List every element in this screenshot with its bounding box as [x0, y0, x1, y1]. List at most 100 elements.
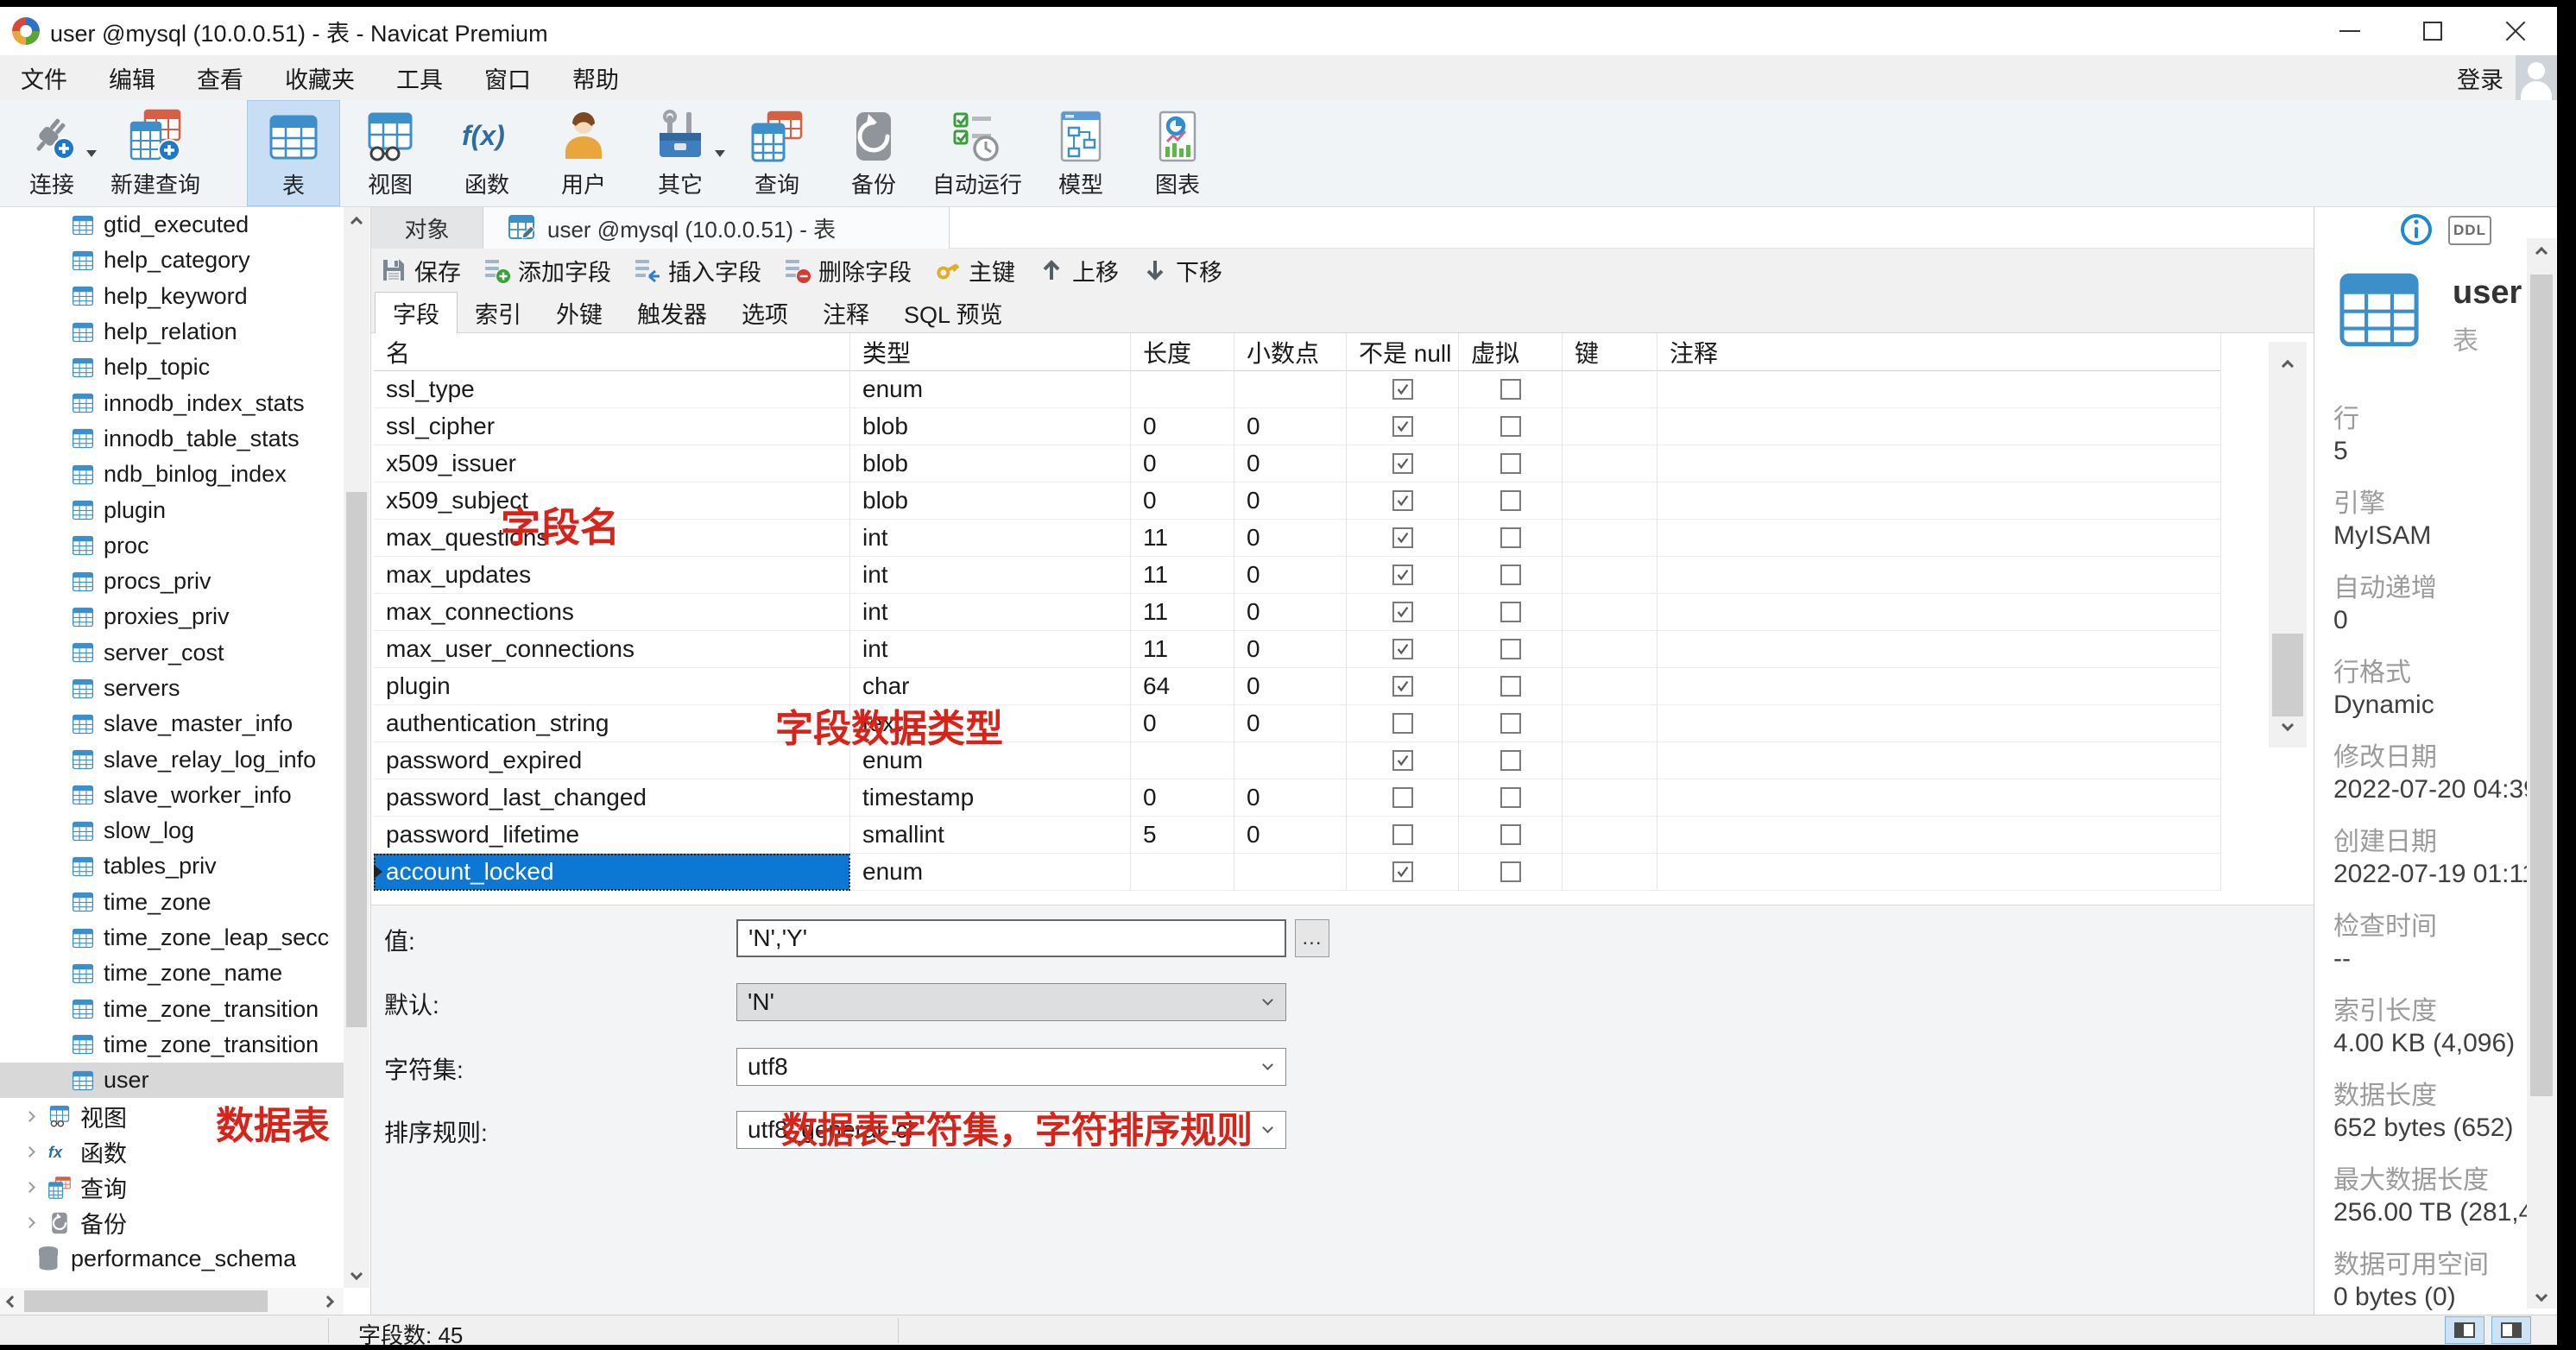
default-select[interactable]: 'N' — [736, 983, 1286, 1021]
grid-cell[interactable] — [1563, 445, 1657, 483]
scroll-up-icon[interactable] — [2527, 242, 2556, 264]
cell-field-name[interactable]: account_locked — [374, 854, 850, 891]
chevron-right-icon[interactable] — [24, 1111, 35, 1122]
sidebar-vertical-scrollbar[interactable] — [344, 207, 369, 1288]
grid-header-cell[interactable]: 注释 — [1657, 333, 2221, 371]
grid-cell[interactable]: 11 — [1131, 631, 1234, 668]
virtual-checkbox[interactable] — [1459, 483, 1563, 520]
sidebar-table-item[interactable]: slave_master_info — [0, 706, 344, 741]
virtual-checkbox[interactable] — [1459, 371, 1563, 408]
grid-cell[interactable] — [1657, 631, 2221, 668]
menu-item[interactable]: 编辑 — [88, 55, 176, 100]
menu-item[interactable]: 帮助 — [552, 55, 640, 100]
designer-button[interactable]: 保存 — [380, 254, 461, 287]
cell-field-name[interactable]: x509_issuer — [374, 445, 850, 483]
grid-cell[interactable]: timestamp — [850, 779, 1131, 817]
sidebar-table-item[interactable]: innodb_table_stats — [0, 421, 344, 457]
virtual-checkbox[interactable] — [1459, 520, 1563, 557]
grid-cell[interactable] — [1563, 371, 1657, 408]
grid-cell[interactable] — [1234, 742, 1347, 779]
designer-subtab[interactable]: 触发器 — [620, 293, 724, 332]
grid-row[interactable]: password_last_changedtimestamp00 — [374, 779, 2221, 817]
close-button[interactable] — [2474, 7, 2557, 55]
virtual-checkbox[interactable] — [1459, 742, 1563, 779]
toolbar-button[interactable]: 其它 — [634, 100, 727, 206]
virtual-checkbox[interactable] — [1459, 779, 1563, 817]
designer-button[interactable]: 删除字段 — [784, 254, 912, 287]
menu-item[interactable]: 查看 — [176, 55, 264, 100]
sidebar-table-item[interactable]: tables_priv — [0, 848, 344, 884]
maximize-button[interactable] — [2391, 7, 2474, 55]
menu-item[interactable]: 文件 — [0, 55, 88, 100]
sidebar-schema-performance[interactable]: performance_schema — [0, 1241, 344, 1277]
grid-cell[interactable]: 11 — [1131, 557, 1234, 594]
sidebar-table-item[interactable]: plugin — [0, 492, 344, 527]
virtual-checkbox[interactable] — [1459, 668, 1563, 705]
grid-cell[interactable]: 0 — [1131, 483, 1234, 520]
not-null-checkbox[interactable] — [1347, 594, 1459, 631]
not-null-checkbox[interactable] — [1347, 408, 1459, 445]
cell-field-name[interactable]: password_lifetime — [374, 817, 850, 854]
not-null-checkbox[interactable] — [1347, 631, 1459, 668]
grid-cell[interactable] — [1657, 371, 2221, 408]
grid-cell[interactable] — [1563, 483, 1657, 520]
toolbar-button[interactable]: 视图 — [344, 100, 437, 206]
scrollbar-thumb[interactable] — [2272, 634, 2303, 716]
grid-header-cell[interactable]: 小数点 — [1234, 333, 1347, 371]
grid-cell[interactable]: 64 — [1131, 668, 1234, 705]
menu-item[interactable]: 窗口 — [464, 55, 552, 100]
grid-cell[interactable]: enum — [850, 854, 1131, 891]
virtual-checkbox[interactable] — [1459, 705, 1563, 742]
grid-header-cell[interactable]: 类型 — [850, 333, 1131, 371]
cell-field-name[interactable]: max_user_connections — [374, 631, 850, 668]
grid-cell[interactable]: 11 — [1131, 520, 1234, 557]
grid-cell[interactable] — [1563, 779, 1657, 817]
toolbar-button[interactable]: 新建查询 — [102, 100, 209, 206]
grid-row[interactable]: max_user_connectionsint110 — [374, 631, 2221, 668]
grid-cell[interactable] — [1563, 594, 1657, 631]
sidebar-table-item[interactable]: innodb_index_stats — [0, 385, 344, 420]
sidebar-table-item[interactable]: slave_worker_info — [0, 778, 344, 813]
virtual-checkbox[interactable] — [1459, 594, 1563, 631]
toggle-right-pane-button[interactable] — [2491, 1316, 2531, 1344]
grid-cell[interactable]: int — [850, 520, 1131, 557]
grid-cell[interactable]: 0 — [1234, 705, 1347, 742]
virtual-checkbox[interactable] — [1459, 408, 1563, 445]
cell-field-name[interactable]: ssl_type — [374, 371, 850, 408]
grid-row[interactable]: x509_subjectblob00 — [374, 483, 2221, 520]
grid-cell[interactable] — [1563, 668, 1657, 705]
grid-cell[interactable] — [1657, 854, 2221, 891]
grid-cell[interactable] — [1563, 742, 1657, 779]
grid-header-cell[interactable]: 长度 — [1131, 333, 1234, 371]
cell-field-name[interactable]: max_connections — [374, 594, 850, 631]
scrollbar-thumb[interactable] — [2530, 274, 2553, 1096]
scroll-down-icon[interactable] — [2269, 708, 2307, 742]
designer-button[interactable]: 上移 — [1038, 254, 1119, 287]
grid-cell[interactable]: 0 — [1234, 668, 1347, 705]
scrollbar-thumb[interactable] — [24, 1290, 268, 1312]
grid-cell[interactable] — [1563, 705, 1657, 742]
chevron-right-icon[interactable] — [24, 1182, 35, 1193]
grid-cell[interactable] — [1563, 557, 1657, 594]
sidebar-table-item[interactable]: time_zone_leap_secc — [0, 920, 344, 956]
sidebar-table-item[interactable]: help_keyword — [0, 279, 344, 314]
grid-cell[interactable] — [1563, 817, 1657, 854]
grid-cell[interactable] — [1657, 779, 2221, 817]
toolbar-button[interactable]: 备份 — [827, 100, 920, 206]
grid-cell[interactable]: 0 — [1234, 594, 1347, 631]
virtual-checkbox[interactable] — [1459, 557, 1563, 594]
grid-cell[interactable]: 0 — [1131, 779, 1234, 817]
tab-user-table[interactable]: user @mysql (10.0.0.51) - 表 — [483, 207, 950, 249]
grid-cell[interactable] — [1234, 854, 1347, 891]
grid-cell[interactable]: 11 — [1131, 594, 1234, 631]
sidebar-table-item[interactable]: time_zone — [0, 885, 344, 920]
cell-field-name[interactable]: ssl_cipher — [374, 408, 850, 445]
grid-cell[interactable] — [1234, 371, 1347, 408]
grid-cell[interactable]: int — [850, 557, 1131, 594]
grid-row[interactable]: ssl_typeenum — [374, 371, 2221, 408]
designer-button[interactable]: 插入字段 — [634, 254, 761, 287]
toolbar-button[interactable]: 模型 — [1034, 100, 1127, 206]
not-null-checkbox[interactable] — [1347, 483, 1459, 520]
designer-subtab[interactable]: SQL 预览 — [887, 293, 1020, 332]
grid-row[interactable]: x509_issuerblob00 — [374, 445, 2221, 483]
